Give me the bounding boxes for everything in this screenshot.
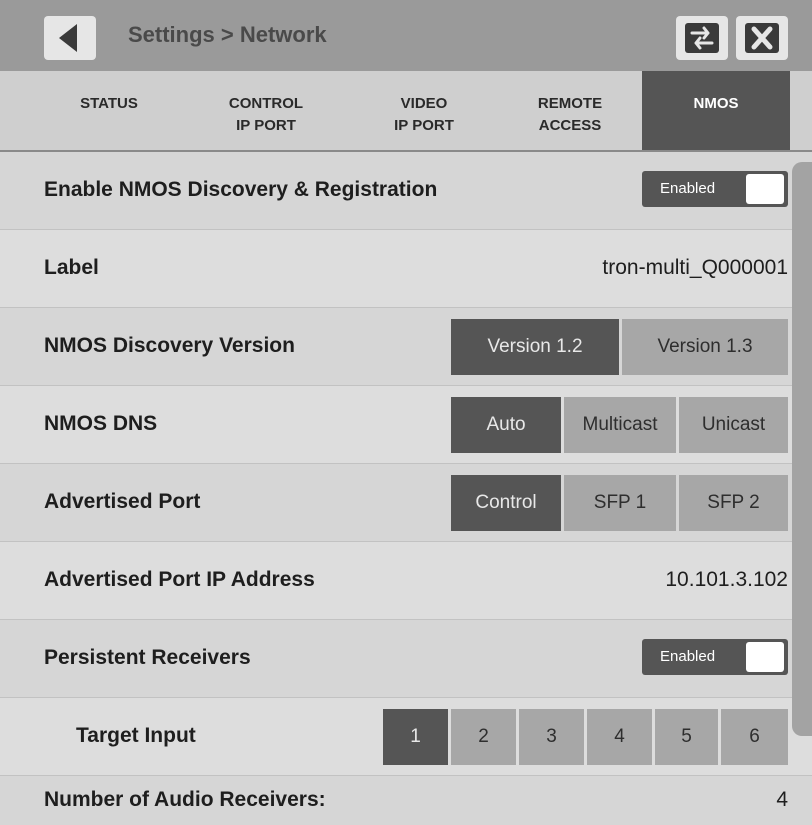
label-value[interactable]: tron-multi_Q000001: [602, 230, 788, 306]
port-control-button[interactable]: Control: [451, 475, 561, 531]
tab-label: CONTROL: [228, 95, 304, 112]
back-arrow-icon: [59, 24, 77, 52]
target-input-2-button[interactable]: 2: [451, 709, 516, 765]
setting-label: Enable NMOS Discovery & Registration: [44, 178, 438, 201]
port-sfp2-button[interactable]: SFP 2: [679, 475, 788, 531]
target-input-3-button[interactable]: 3: [519, 709, 584, 765]
persistent-receivers-toggle[interactable]: Enabled: [642, 639, 788, 675]
dns-multicast-button[interactable]: Multicast: [564, 397, 676, 453]
dns-unicast-button[interactable]: Unicast: [679, 397, 788, 453]
version-1-2-button[interactable]: Version 1.2: [451, 319, 619, 375]
setting-label: Persistent Receivers: [44, 646, 251, 669]
title-bar: Settings > Network: [0, 0, 812, 71]
setting-enable-discovery: Enable NMOS Discovery & Registration Ena…: [0, 152, 812, 230]
setting-advertised-ip: Advertised Port IP Address 10.101.3.102: [0, 542, 812, 620]
setting-label: Target Input: [76, 724, 196, 747]
port-sfp1-button[interactable]: SFP 1: [564, 475, 676, 531]
setting-label: Label: [44, 256, 99, 279]
target-input-4-button[interactable]: 4: [587, 709, 652, 765]
breadcrumb: Settings > Network: [128, 22, 327, 47]
swap-button[interactable]: [676, 16, 728, 60]
tab-video-ip-port[interactable]: VIDEO IP PORT: [352, 71, 496, 150]
close-icon: [745, 23, 779, 53]
enable-discovery-toggle[interactable]: Enabled: [642, 171, 788, 207]
scrollbar[interactable]: [792, 162, 812, 736]
tab-label: REMOTE: [537, 95, 603, 112]
tab-status[interactable]: STATUS: [44, 71, 174, 150]
setting-label: Advertised Port IP Address: [44, 568, 315, 591]
setting-discovery-version: NMOS Discovery Version Version 1.2 Versi…: [0, 308, 812, 386]
audio-receivers-value: 4: [776, 788, 788, 811]
tab-remote-access[interactable]: REMOTE ACCESS: [498, 71, 642, 150]
target-input-1-button[interactable]: 1: [383, 709, 448, 765]
tab-label: IP PORT: [236, 117, 296, 134]
tab-label: STATUS: [80, 95, 138, 112]
setting-label-field: Label tron-multi_Q000001: [0, 230, 812, 308]
setting-label: NMOS Discovery Version: [44, 334, 295, 357]
tab-label: VIDEO: [400, 95, 448, 112]
tab-bar: STATUS CONTROL IP PORT VIDEO IP PORT REM…: [0, 71, 812, 152]
target-input-6-button[interactable]: 6: [721, 709, 788, 765]
back-button[interactable]: [44, 16, 96, 60]
tab-label: ACCESS: [538, 117, 602, 134]
tab-label: NMOS: [693, 95, 739, 112]
tab-control-ip-port[interactable]: CONTROL IP PORT: [194, 71, 338, 150]
setting-target-input: Target Input 1 2 3 4 5 6: [0, 698, 812, 776]
setting-label: Advertised Port: [44, 490, 201, 513]
swap-arrows-icon: [685, 23, 719, 53]
tab-nmos[interactable]: NMOS: [642, 71, 790, 150]
dns-auto-button[interactable]: Auto: [451, 397, 561, 453]
setting-audio-receivers: Number of Audio Receivers: 4: [0, 776, 812, 825]
target-input-5-button[interactable]: 5: [655, 709, 718, 765]
advertised-ip-value: 10.101.3.102: [665, 568, 788, 591]
toggle-knob: [746, 174, 784, 204]
setting-nmos-dns: NMOS DNS Auto Multicast Unicast: [0, 386, 812, 464]
close-button[interactable]: [736, 16, 788, 60]
setting-label: Number of Audio Receivers:: [44, 788, 326, 811]
version-1-3-button[interactable]: Version 1.3: [622, 319, 788, 375]
toggle-state: Enabled: [660, 180, 716, 197]
setting-advertised-port: Advertised Port Control SFP 1 SFP 2: [0, 464, 812, 542]
tab-label: IP PORT: [394, 117, 454, 134]
toggle-state: Enabled: [660, 648, 716, 665]
toggle-knob: [746, 642, 784, 672]
setting-persistent-receivers: Persistent Receivers Enabled: [0, 620, 812, 698]
setting-label: NMOS DNS: [44, 412, 158, 435]
